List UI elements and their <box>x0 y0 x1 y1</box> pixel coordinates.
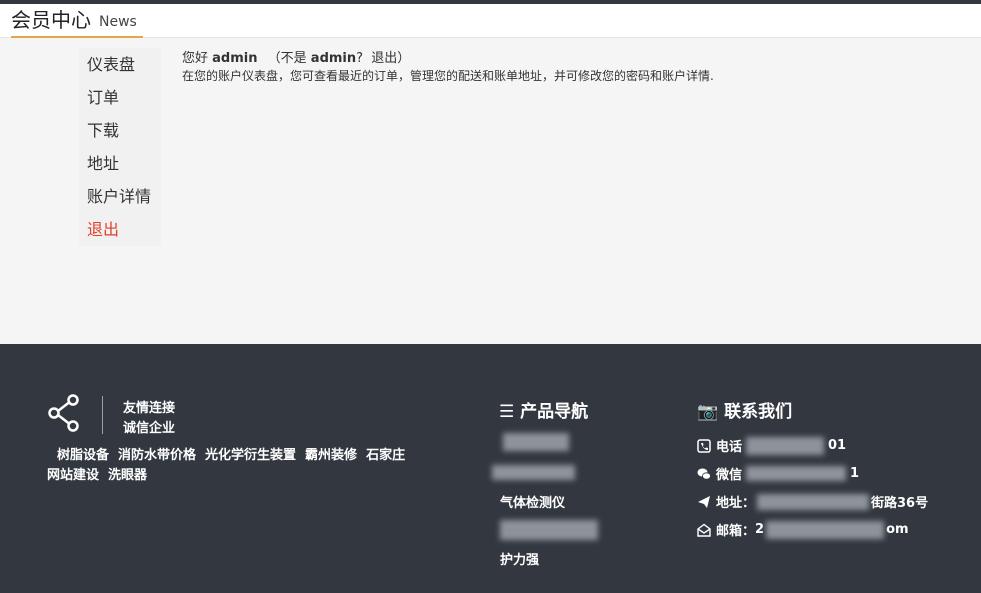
account-sidebar: 仪表盘 订单 下载 地址 账户详情 退出 <box>79 48 161 246</box>
greeting-close-paren: ） <box>397 51 411 66</box>
sidebar-item-addresses[interactable]: 地址 <box>79 147 161 180</box>
site-footer: 友情连接 诚信企业 树脂设备 消防水带价格 光化学衍生装置 霸州装修 石家庄网站建设 洗眼… <box>0 344 981 593</box>
redacted-block <box>746 436 825 455</box>
greeting-not-prefix: （不是 <box>267 51 307 66</box>
redacted-block <box>503 433 569 451</box>
contact-wechat: 微信 1 <box>697 464 859 483</box>
contact-phone: 电话 01 <box>697 436 846 455</box>
product-link[interactable]: 护力强 <box>500 549 539 568</box>
paper-plane-icon <box>698 495 710 508</box>
phone-icon <box>697 438 711 453</box>
greeting-logout-link[interactable]: 退出 <box>371 51 397 66</box>
friend-link[interactable]: 霸州装修 <box>305 448 357 463</box>
redacted-block <box>746 466 847 481</box>
friend-link[interactable]: 网站建设 <box>47 468 99 483</box>
products-nav-title-text: 产品导航 <box>520 402 589 422</box>
friend-link[interactable]: 洗眼器 <box>108 468 147 483</box>
redacted-block <box>500 520 598 540</box>
friend-link[interactable]: 石家庄 <box>366 448 405 463</box>
sidebar-item-dashboard[interactable]: 仪表盘 <box>79 48 161 81</box>
friend-links-list: 树脂设备 消防水带价格 光化学衍生装置 霸州装修 石家庄网站建设 洗眼器 <box>47 446 467 486</box>
camera-icon: 📷 <box>697 402 719 422</box>
sidebar-item-orders[interactable]: 订单 <box>79 81 161 114</box>
menu-icon: ☰ <box>499 402 515 422</box>
contact-address: 地址： 街路36号 <box>697 492 928 511</box>
friend-links-title: 友情连接 <box>123 401 176 416</box>
email-label: 邮箱： <box>716 524 756 539</box>
address-label: 地址： <box>716 496 756 511</box>
page-title-wrap: 会员中心 News <box>11 6 143 38</box>
phone-suffix: 01 <box>828 438 847 453</box>
sidebar-item-logout[interactable]: 退出 <box>79 213 161 246</box>
dashboard-content: 您好 admin （不是 admin? 退出） 在您的账户仪表盘，您可查看最近的… <box>182 50 714 84</box>
products-nav-title: ☰ 产品导航 <box>499 397 588 422</box>
contact-title-text: 联系我们 <box>724 402 793 422</box>
greeting-not-username: admin <box>310 51 357 66</box>
email-suffix: om <box>886 522 909 537</box>
share-icon <box>48 394 79 432</box>
wechat-label: 微信 <box>716 468 743 483</box>
greeting-question: ? <box>356 51 364 66</box>
page-subtitle: News <box>99 14 137 30</box>
email-prefix: 2 <box>755 522 765 537</box>
redacted-block <box>492 465 575 480</box>
contact-title: 📷 联系我们 <box>697 397 792 422</box>
address-suffix: 街路36号 <box>871 496 929 511</box>
wechat-icon <box>697 468 711 480</box>
greeting-username: admin <box>212 51 258 66</box>
friend-link[interactable]: 树脂设备 <box>57 448 109 463</box>
envelope-icon <box>697 523 711 537</box>
phone-label: 电话 <box>716 440 743 455</box>
friend-link[interactable]: 消防水带价格 <box>118 448 196 463</box>
wechat-suffix: 1 <box>850 466 860 481</box>
friend-links-subtitle: 诚信企业 <box>123 421 176 436</box>
page-header: 会员中心 News <box>0 4 981 38</box>
page-title: 会员中心 <box>11 8 91 32</box>
friend-link[interactable]: 光化学衍生装置 <box>205 448 296 463</box>
greeting-hello: 您好 <box>182 51 209 66</box>
sidebar-item-account-details[interactable]: 账户详情 <box>79 180 161 213</box>
main-area: 仪表盘 订单 下载 地址 账户详情 退出 您好 admin （不是 admin?… <box>0 38 981 344</box>
redacted-block <box>766 520 885 539</box>
greeting-line: 您好 admin （不是 admin? 退出） <box>182 50 714 68</box>
contact-email: 邮箱： 2 om <box>697 520 909 539</box>
redacted-block <box>757 493 870 510</box>
footer-divider <box>102 396 103 434</box>
sidebar-item-downloads[interactable]: 下载 <box>79 114 161 147</box>
dashboard-description: 在您的账户仪表盘，您可查看最近的订单，管理您的配送和账单地址，并可修改您的密码和… <box>182 69 714 83</box>
product-link[interactable]: 气体检测仪 <box>500 492 565 511</box>
